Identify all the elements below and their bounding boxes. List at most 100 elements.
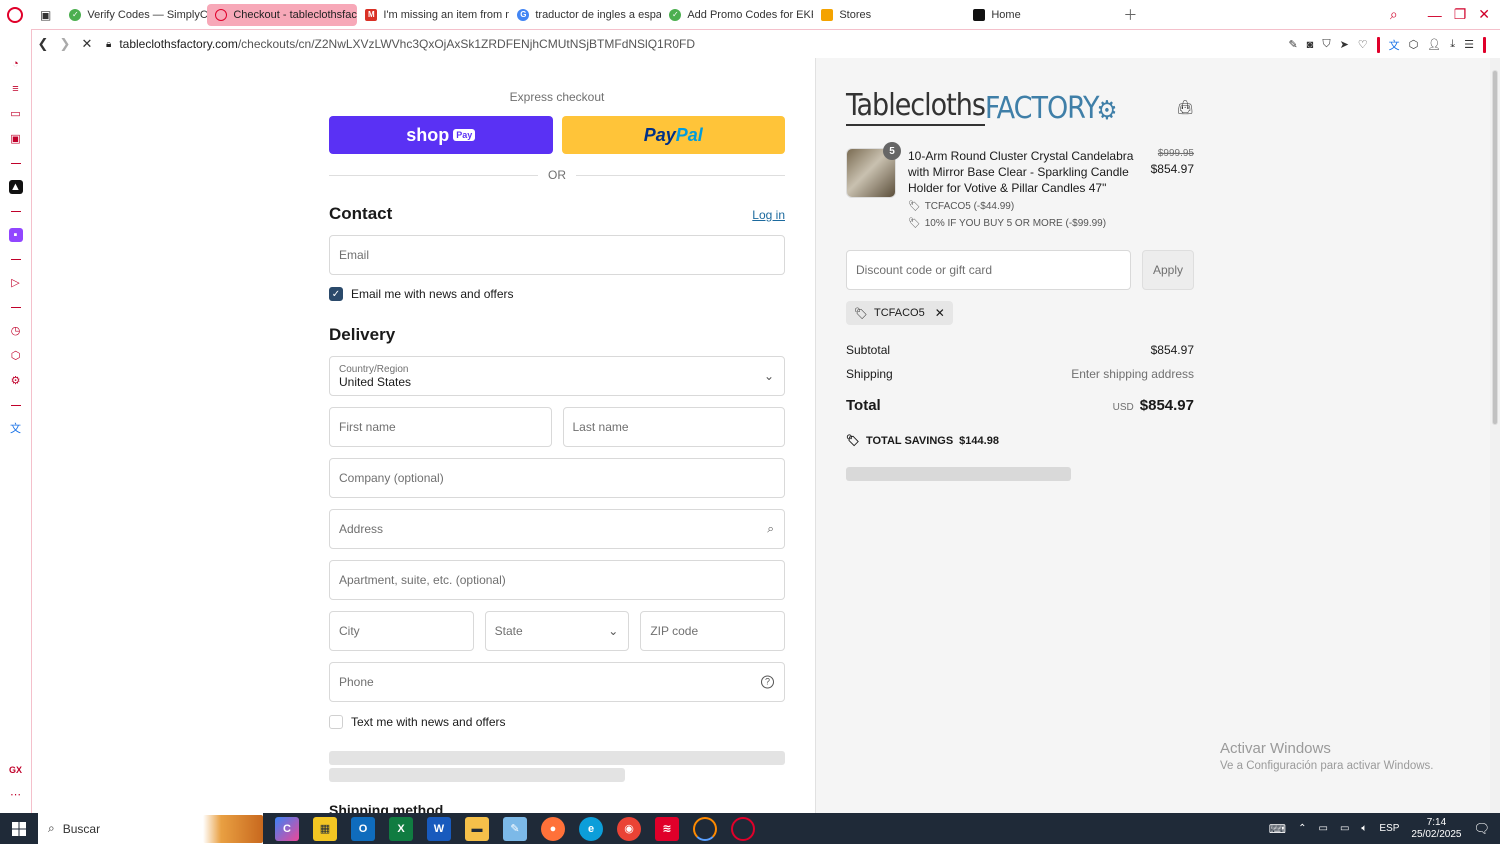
store-logo[interactable]: Tablecloths FACTORY ⚙ [846, 88, 1117, 126]
shield-icon[interactable]: ⛉ [1322, 38, 1330, 51]
copilot-icon[interactable]: C [275, 816, 299, 841]
outlook-icon[interactable]: O [351, 816, 375, 841]
language-indicator[interactable]: ESP [1379, 823, 1399, 834]
shop-pay-button[interactable]: shop Pay [329, 116, 553, 154]
anydesk-icon[interactable]: ≋ [655, 816, 679, 841]
windows-activation-watermark: Activar Windows Ve a Configuración para … [1220, 740, 1434, 772]
phone-field[interactable]: Phone ? [329, 662, 785, 702]
forward-icon[interactable]: ❯ [54, 36, 76, 52]
scrollbar-thumb[interactable] [1492, 70, 1498, 425]
company-field[interactable]: Company (optional) [329, 458, 785, 498]
tab-2[interactable]: M I'm missing an item from m [357, 4, 509, 26]
help-icon[interactable]: ? [761, 675, 774, 689]
logo-text-2: FACTORY [984, 91, 1100, 126]
checkbox-unchecked-icon[interactable] [329, 715, 343, 729]
gx-icon[interactable]: GX [9, 763, 23, 777]
loading-skeleton [329, 768, 625, 782]
opera-gx-icon[interactable] [693, 816, 717, 841]
notes-icon[interactable]: ✎ [503, 816, 527, 841]
shopping-bag-icon[interactable]: 👜︎ [1176, 99, 1194, 116]
history-icon[interactable]: ◷ [9, 324, 23, 338]
minimize-icon[interactable]: — [1428, 7, 1442, 23]
apply-button[interactable]: Apply [1142, 250, 1194, 290]
express-buttons: shop Pay Pay Pal [329, 116, 785, 154]
wallet-icon[interactable]: ▭ [9, 107, 23, 121]
back-icon[interactable]: ❮ [32, 36, 54, 52]
extensions-icon[interactable]: ⬡ [9, 349, 23, 363]
volume-icon[interactable]: 🔈︎ [1361, 823, 1367, 834]
checkbox-checked-icon[interactable]: ✓ [329, 287, 343, 301]
chrome-icon[interactable]: ◉ [617, 816, 641, 841]
taskbar-search[interactable]: ⌕ Buscar [38, 813, 263, 844]
heart-icon[interactable]: ♡ [1358, 38, 1368, 51]
new-tab-button[interactable]: ＋ [1115, 4, 1145, 26]
firefox-icon[interactable]: ● [541, 816, 565, 841]
menu-icon[interactable]: ☰ [1464, 38, 1474, 51]
keyboard-icon[interactable]: ⌨ [1269, 822, 1286, 836]
news-icon[interactable]: ▣ [9, 132, 23, 146]
tab-4[interactable]: ✓ Add Promo Codes for EKR [661, 4, 813, 26]
stack-icon[interactable]: ≡ [9, 82, 23, 96]
tab-3[interactable]: G traductor de ingles a espa [509, 4, 661, 26]
aria-icon[interactable]: ◔ [9, 57, 23, 71]
close-icon[interactable]: ✕ [1478, 6, 1490, 23]
download-icon[interactable]: ⤓ [1450, 38, 1455, 51]
stop-loading-icon[interactable]: ✕ [76, 36, 98, 52]
edge-icon[interactable]: e [579, 816, 603, 841]
settings-icon[interactable]: ⚙ [9, 374, 23, 388]
page-scrollbar[interactable] [1490, 58, 1500, 813]
word-icon[interactable]: W [427, 816, 451, 841]
country-select[interactable]: Country/Region United States ⌄ [329, 356, 785, 396]
email-field[interactable]: Email [329, 235, 785, 275]
email-news-checkbox-row[interactable]: ✓ Email me with news and offers [329, 287, 785, 301]
last-name-field[interactable]: Last name [562, 407, 785, 447]
camera-icon[interactable]: ◙ [1307, 39, 1314, 51]
profile-icon[interactable]: 👤︎ [1427, 38, 1441, 51]
restore-icon[interactable]: ❐ [1454, 6, 1467, 23]
search-tabs-icon[interactable]: ⌕ [1390, 6, 1398, 23]
tab-1[interactable]: Checkout - tableclothsfac [207, 3, 358, 26]
windows-start-icon[interactable] [0, 813, 38, 844]
total-currency: USD [1112, 402, 1134, 413]
chevron-up-icon[interactable]: ⌃ [1298, 823, 1306, 834]
network-icon[interactable]: ▭ [1340, 823, 1349, 834]
tab-6[interactable]: Home [965, 4, 1115, 26]
edit-icon[interactable]: ✎ [1288, 38, 1297, 51]
apartment-field[interactable]: Apartment, suite, etc. (optional) [329, 560, 785, 600]
discount-code-input[interactable]: Discount code or gift card [846, 250, 1131, 290]
logo-row: Tablecloths FACTORY ⚙ 👜︎ [846, 88, 1194, 126]
delivery-header: Delivery [329, 325, 785, 345]
twitch-icon[interactable]: ▪ [8, 228, 23, 242]
login-link[interactable]: Log in [752, 208, 785, 222]
search-icon: ⌕ [48, 821, 55, 835]
notifications-icon[interactable]: 🗨︎ [1473, 821, 1490, 837]
meet-icon[interactable]: ▭ [1319, 823, 1328, 834]
remove-code-icon[interactable]: ✕ [935, 306, 945, 320]
sidebar-separator [10, 259, 21, 260]
opera-icon[interactable] [731, 816, 755, 841]
player-icon[interactable]: ▷ [9, 276, 23, 290]
more-icon[interactable]: ⋯ [9, 788, 23, 802]
tab-0[interactable]: ✓ Verify Codes — SimplyCo [61, 4, 207, 26]
company-placeholder: Company (optional) [339, 471, 444, 485]
first-name-field[interactable]: First name [329, 407, 552, 447]
workspace-icon[interactable]: ▣ [30, 4, 61, 26]
translate-icon[interactable]: 文 [1389, 37, 1400, 53]
app-icon[interactable]: ▲ [8, 180, 23, 194]
paypal-button[interactable]: Pay Pal [561, 116, 785, 154]
tab-5[interactable]: Stores [813, 4, 965, 26]
text-news-checkbox-row[interactable]: Text me with news and offers [329, 715, 785, 729]
excel-icon[interactable]: X [389, 816, 413, 841]
cube-icon[interactable]: ⬡ [1409, 38, 1419, 51]
opera-menu-icon[interactable] [0, 0, 30, 29]
send-icon[interactable]: ➤ [1340, 38, 1349, 51]
state-select[interactable]: State ⌄ [484, 611, 630, 651]
file-explorer-icon[interactable]: ▬ [465, 816, 489, 841]
clock[interactable]: 7:14 25/02/2025 [1411, 817, 1461, 841]
address-field[interactable]: Address ⌕ [329, 509, 785, 549]
zip-field[interactable]: ZIP code [640, 611, 786, 651]
url-field[interactable]: 🔒︎ tableclothsfactory.com/checkouts/cn/Z… [106, 37, 695, 51]
store-icon[interactable]: ▦ [313, 816, 337, 841]
translate-icon[interactable]: 文 [9, 422, 23, 436]
city-field[interactable]: City [329, 611, 474, 651]
